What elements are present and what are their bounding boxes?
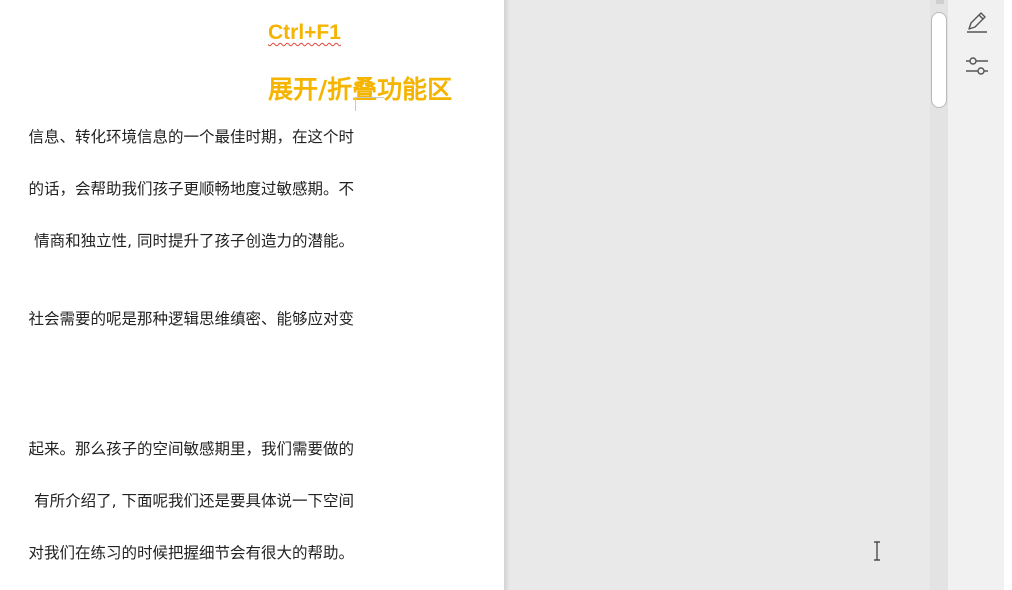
adjust-sliders-icon[interactable] (962, 51, 992, 81)
window-right-edge (1004, 0, 1012, 590)
document-line-4: 社会需要的呢是那种逻辑思维缜密、能够应对变 (28, 310, 354, 328)
shortcut-overlay-label: Ctrl+F1 (268, 21, 341, 44)
document-line-6: 有所介绍了, 下面呢我们还是要具体说一下空间 (34, 492, 354, 510)
pen-edit-icon[interactable] (962, 7, 992, 37)
document-line-3: 情商和独立性, 同时提升了孩子创造力的潜能。 (34, 232, 354, 250)
document-line-2: 的话，会帮助我们孩子更顺畅地度过敏感期。不 (28, 180, 354, 198)
scroll-up-arrow[interactable] (936, 0, 944, 4)
scrollbar-thumb[interactable] (931, 12, 947, 108)
document-line-7: 对我们在练习的时候把握细节会有很大的帮助。 (28, 544, 354, 562)
document-page[interactable]: 信息、转化环境信息的一个最佳时期，在这个时 的话，会帮助我们孩子更顺畅地度过敏感… (0, 0, 504, 590)
side-tool-panel (948, 0, 1004, 590)
text-cursor-icon (869, 540, 885, 562)
document-line-1: 信息、转化环境信息的一个最佳时期，在这个时 (28, 128, 354, 146)
page-shadow (504, 0, 510, 590)
document-line-5: 起来。那么孩子的空间敏感期里，我们需要做的 (28, 440, 354, 458)
selection-corner-mark (355, 97, 384, 111)
